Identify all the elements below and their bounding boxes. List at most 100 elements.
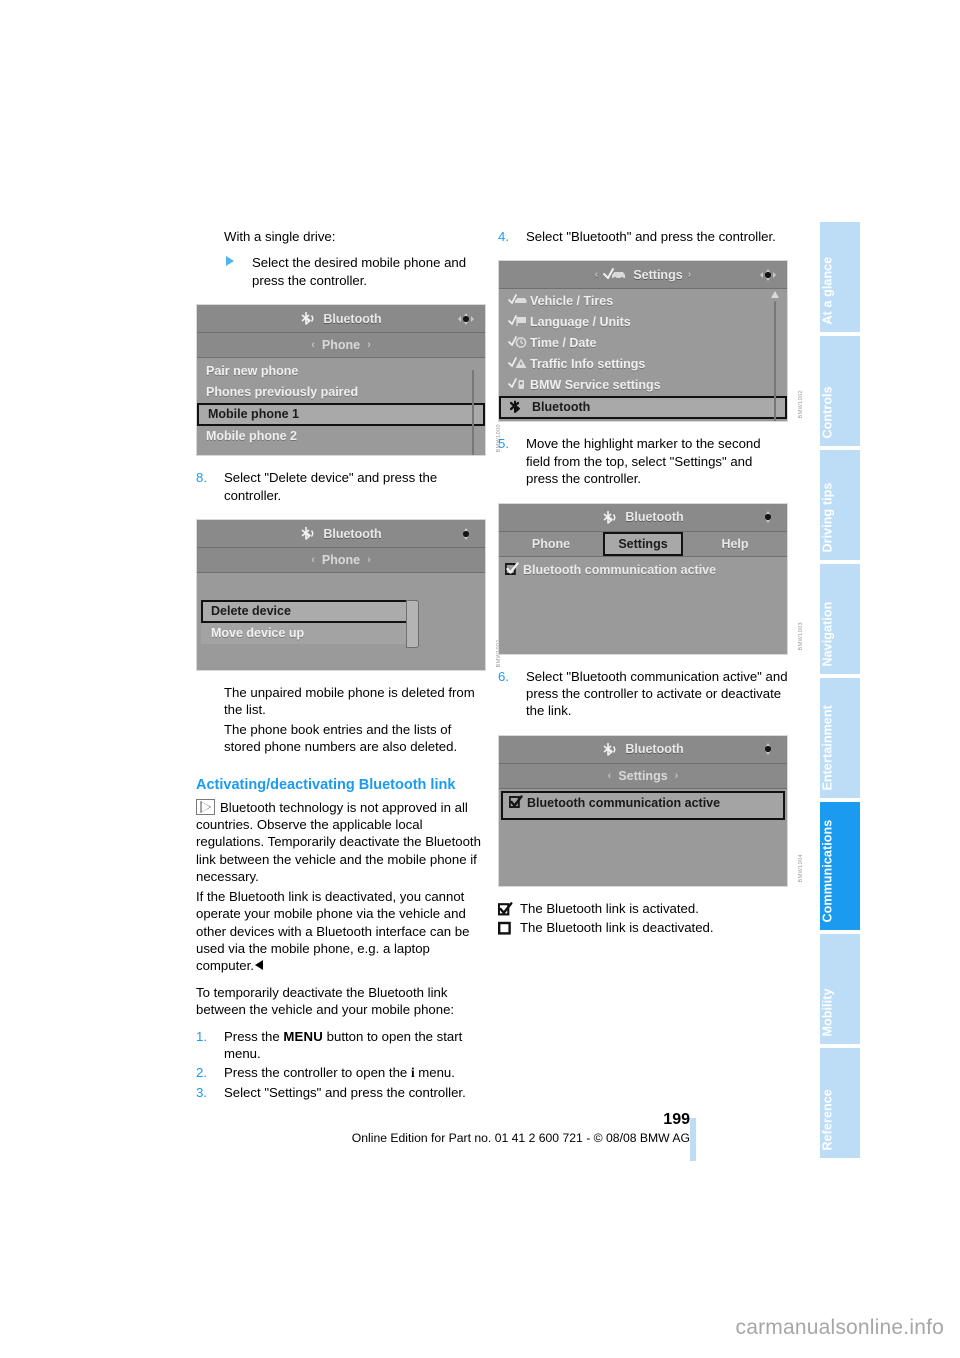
list-item-label: Time / Date xyxy=(530,336,597,351)
controller-icon xyxy=(455,525,477,543)
bluetooth-icon xyxy=(300,526,317,541)
result-text-1: The unpaired mobile phone is deleted fro… xyxy=(224,685,475,718)
legend-text: The Bluetooth link is activated. xyxy=(520,900,699,916)
check-car-icon xyxy=(603,267,627,282)
idrive-title-bar: Bluetooth xyxy=(197,520,485,549)
bullet-triangle-icon xyxy=(226,256,234,267)
idrive-list: Bluetooth communication active xyxy=(499,788,787,886)
bullet-select-phone: Select the desired mobile phone and pres… xyxy=(224,254,486,289)
bullet-text: Select the desired mobile phone and pres… xyxy=(252,255,467,288)
left-arrow-icon[interactable]: ‹ xyxy=(595,269,604,281)
idrive-tab-help[interactable]: Help xyxy=(683,532,787,556)
list-item-label: Traffic Info settings xyxy=(530,357,646,372)
checkbox-row-label: Bluetooth communication active xyxy=(527,795,721,810)
sidebar-tab-controls[interactable]: Controls xyxy=(820,336,860,446)
intro-line: With a single drive: xyxy=(224,229,336,244)
left-text-column: With a single drive: Select the desired … xyxy=(196,228,502,1103)
list-item-language-units[interactable]: Language / Units xyxy=(499,312,787,333)
figure-id-label: BMW1004 xyxy=(798,854,804,883)
left-arrow-icon[interactable]: ‹ xyxy=(304,554,322,566)
list-item-bmw-service[interactable]: BMW Service settings xyxy=(499,375,787,396)
result-text-2: The phone book entries and the lists of … xyxy=(224,721,458,755)
list-item-selected[interactable]: Mobile phone 1 xyxy=(197,403,485,427)
step-number: 1. xyxy=(196,1028,207,1044)
idrive-tab-settings-selected[interactable]: Settings xyxy=(603,531,683,556)
list-item-label: BMW Service settings xyxy=(530,378,661,393)
screenshot-bluetooth-tabs-wrap: Bluetooth Phone Settings Help Bluetooth … xyxy=(498,502,804,655)
idrive-title-bar: Bluetooth xyxy=(499,735,787,764)
bluetooth-icon xyxy=(300,311,317,326)
scrollbar[interactable] xyxy=(467,360,479,456)
right-text-column: 4. Select "Bluetooth" and press the cont… xyxy=(497,228,804,939)
step-text: Select "Bluetooth" and press the control… xyxy=(526,229,776,244)
right-arrow-icon[interactable]: › xyxy=(683,269,692,281)
list-item[interactable]: Mobile phone 2 xyxy=(197,426,485,447)
checkbox-row-bt-active-selected[interactable]: Bluetooth communication active xyxy=(501,790,785,820)
sidebar-tab-driving-tips[interactable]: Driving tips xyxy=(820,450,860,560)
sidebar-tab-label: At a glance xyxy=(820,256,835,324)
sidebar-tab-label: Driving tips xyxy=(820,482,835,552)
sidebar-tab-reference[interactable]: Reference xyxy=(820,1048,860,1158)
screenshot-delete-device: Bluetooth ‹ Phone › Mobile phone 1 xyxy=(196,519,486,672)
idrive-title-text: Bluetooth xyxy=(625,742,684,757)
right-arrow-icon[interactable]: › xyxy=(360,339,378,351)
context-menu-item[interactable]: Move device up xyxy=(201,623,417,645)
list-item-bluetooth-selected[interactable]: Bluetooth xyxy=(499,396,787,420)
watermark: carmanualsonline.info xyxy=(735,1316,944,1339)
list-item-traffic-info[interactable]: Traffic Info settings xyxy=(499,354,787,375)
screenshot-bluetooth-tabs: Bluetooth Phone Settings Help Bluetooth … xyxy=(498,502,788,655)
idrive-title-text: Bluetooth xyxy=(323,311,382,326)
step-8: 8. Select "Delete device" and press the … xyxy=(196,469,486,504)
idrive-title-bar: ‹ Settings › xyxy=(499,261,787,290)
page-footer: 199 Online Edition for Part no. 01 41 2 … xyxy=(196,1110,690,1147)
idrive-list: Vehicle / Tires Language / Units Time / … xyxy=(499,289,787,422)
checkbox-row-bt-active[interactable]: Bluetooth communication active xyxy=(499,559,787,582)
check-flag-icon xyxy=(508,314,530,335)
right-arrow-icon[interactable]: › xyxy=(360,554,378,566)
checked-box-icon xyxy=(508,795,523,808)
popup-scrollbar[interactable] xyxy=(406,600,419,649)
context-menu-popup: Delete device Move device up xyxy=(201,600,419,649)
left-arrow-icon[interactable]: ‹ xyxy=(601,770,619,782)
bluetooth-icon xyxy=(509,400,532,419)
right-arrow-icon[interactable]: › xyxy=(668,770,686,782)
step-number: 3. xyxy=(196,1084,207,1100)
sidebar-tab-at-a-glance[interactable]: At a glance xyxy=(820,222,860,332)
sidebar-tab-navigation[interactable]: Navigation xyxy=(820,564,860,674)
checkbox-row-label: Bluetooth communication active xyxy=(523,562,717,577)
step-1: 1. Press the MENU button to open the sta… xyxy=(196,1028,486,1063)
step-4: 4. Select "Bluetooth" and press the cont… xyxy=(498,228,788,245)
context-menu-item-selected[interactable]: Delete device xyxy=(201,600,417,624)
sidebar-tab-label: Navigation xyxy=(820,601,835,666)
sidebar-tab-communications[interactable]: Communications xyxy=(820,802,860,930)
step-number: 4. xyxy=(498,229,509,244)
chapter-tab-rail: At a glance Controls Driving tips Naviga… xyxy=(820,222,860,1158)
idrive-tab-phone[interactable]: Phone xyxy=(499,532,603,556)
step-3: 3. Select "Settings" and press the contr… xyxy=(196,1084,486,1101)
list-item[interactable]: Phones previously paired xyxy=(197,382,485,403)
idrive-title-bar: Bluetooth xyxy=(197,305,485,334)
screenshot-bluetooth-settings-wrap: Bluetooth ‹ Settings › Bluetooth communi… xyxy=(498,734,804,887)
note-paragraph-1: Bluetooth technology is not approved in … xyxy=(196,798,486,886)
step-2: 2. Press the controller to open the i me… xyxy=(196,1064,486,1081)
list-item[interactable]: Pair new phone xyxy=(197,361,485,382)
bluetooth-icon xyxy=(602,510,619,525)
left-arrow-icon[interactable]: ‹ xyxy=(304,339,322,351)
scroll-up-arrow-icon[interactable] xyxy=(771,291,779,299)
edition-line: Online Edition for Part no. 01 41 2 600 … xyxy=(351,1131,690,1145)
idrive-subbar-label: Settings xyxy=(618,768,668,783)
idrive-list: Bluetooth communication active xyxy=(499,556,787,654)
sidebar-tab-entertainment[interactable]: Entertainment xyxy=(820,678,860,798)
screenshot-settings-menu-wrap: ‹ Settings › Vehicle / Tires Language / … xyxy=(498,260,804,423)
screenshot-phone-list-wrap: Bluetooth ‹ Phone › Pair new phone Phone… xyxy=(196,304,502,457)
screenshot-bluetooth-settings: Bluetooth ‹ Settings › Bluetooth communi… xyxy=(498,734,788,887)
scrollbar[interactable] xyxy=(769,291,781,422)
figure-id-label: BMW1002 xyxy=(798,389,804,419)
list-item-time-date[interactable]: Time / Date xyxy=(499,333,787,354)
scrollbar-track xyxy=(472,370,474,456)
idrive-subbar-label: Phone xyxy=(321,553,361,568)
figure-id-label: BMW1003 xyxy=(798,622,804,651)
list-item-vehicle-tires[interactable]: Vehicle / Tires xyxy=(499,291,787,312)
controller-icon xyxy=(455,310,477,328)
sidebar-tab-mobility[interactable]: Mobility xyxy=(820,934,860,1044)
